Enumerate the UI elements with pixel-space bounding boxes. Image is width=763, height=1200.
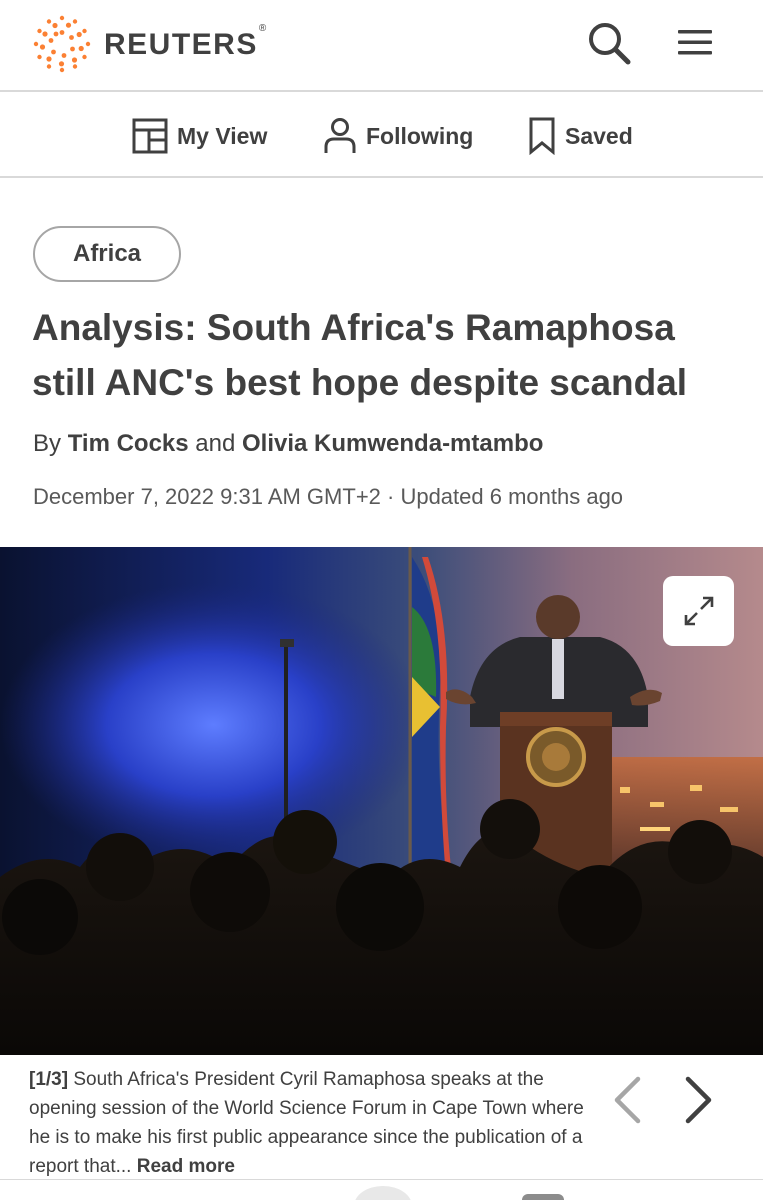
bottom-bar-button[interactable] (354, 1186, 412, 1200)
author-link[interactable]: Olivia Kumwenda-mtambo (242, 430, 543, 457)
nav-saved[interactable]: Saved (528, 116, 633, 156)
byline-conjunction: and (195, 430, 236, 457)
reuters-logo-mark-icon (33, 15, 91, 73)
photo-caption: [1/3] South Africa's President Cyril Ram… (29, 1065, 589, 1179)
hamburger-menu-icon[interactable] (674, 22, 718, 62)
brand-name: REUTERS® (104, 23, 268, 61)
nav-my-view-label: My View (177, 122, 268, 149)
reuters-logo[interactable]: REUTERS® (32, 14, 268, 74)
bottom-bar (0, 1179, 763, 1200)
bottom-bar-button[interactable] (522, 1194, 564, 1200)
read-more-link[interactable]: Read more (137, 1156, 235, 1177)
byline: By Tim Cocks and Olivia Kumwenda-mtambo (33, 430, 543, 458)
personal-nav: My View Following Saved (0, 92, 763, 178)
caption-counter: [1/3] (29, 1069, 69, 1090)
byline-prefix: By (33, 430, 62, 457)
caption-area: [1/3] South Africa's President Cyril Ram… (0, 1055, 763, 1179)
author-link[interactable]: Tim Cocks (68, 430, 189, 457)
search-icon[interactable] (586, 20, 632, 66)
layout-icon (132, 118, 168, 154)
article-dateline: December 7, 2022 9:31 AM GMT+2 · Updated… (33, 484, 624, 509)
lead-photo[interactable] (0, 547, 763, 1055)
nav-following-label: Following (366, 122, 474, 149)
bookmark-icon (529, 117, 555, 155)
caption-text: South Africa's President Cyril Ramaphosa… (29, 1069, 584, 1177)
chevron-left-icon[interactable] (606, 1074, 648, 1126)
chevron-right-icon[interactable] (678, 1074, 720, 1126)
nav-following[interactable]: Following (323, 116, 473, 156)
article-headline: Analysis: South Africa's Ramaphosa still… (32, 307, 688, 403)
expand-photo-button[interactable] (663, 576, 734, 646)
nav-saved-label: Saved (565, 122, 633, 149)
nav-my-view[interactable]: My View (132, 116, 267, 156)
expand-arrows-icon (684, 596, 713, 626)
top-bar: REUTERS® (0, 0, 763, 92)
person-icon (324, 118, 356, 153)
section-tag[interactable]: Africa (33, 226, 181, 282)
